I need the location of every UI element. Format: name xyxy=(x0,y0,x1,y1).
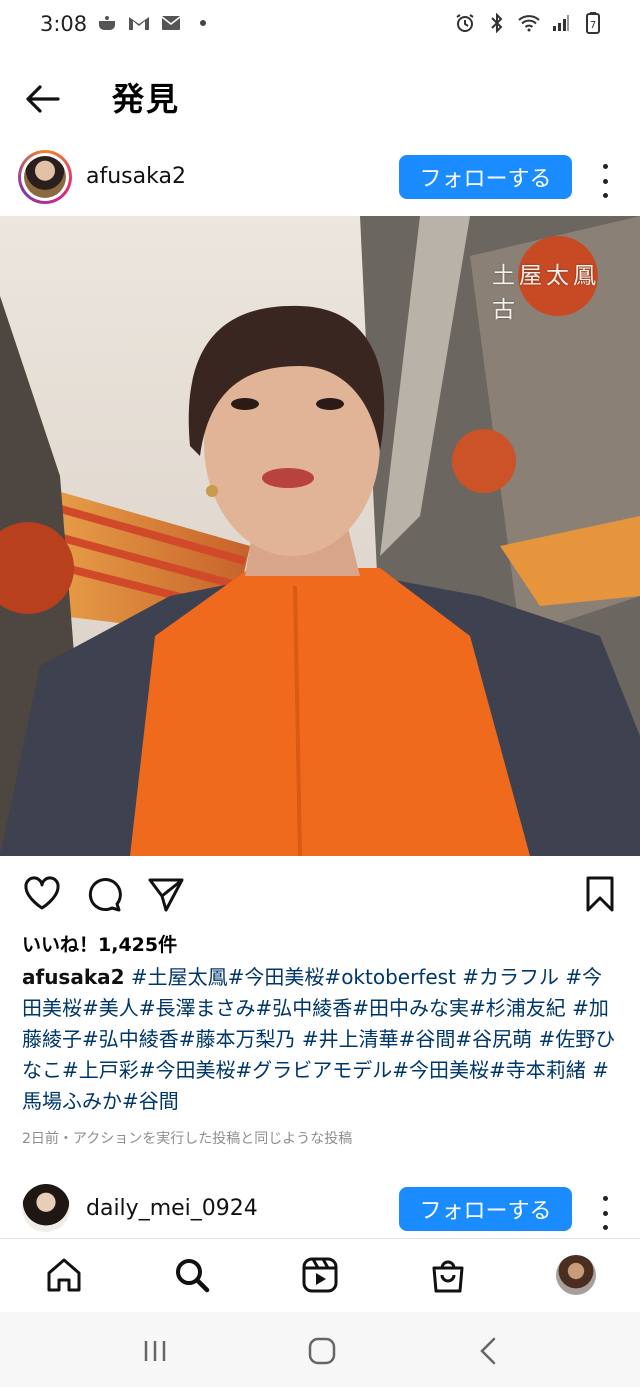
avatar[interactable] xyxy=(22,1184,70,1232)
caption-username[interactable]: afusaka2 xyxy=(22,965,125,989)
likes-count[interactable]: いいね！1,425件 xyxy=(22,930,177,957)
image-overlay-text: 土屋太鳳 古 xyxy=(492,263,627,323)
post-username[interactable]: afusaka2 xyxy=(86,164,186,189)
cooking-pot-icon xyxy=(96,12,118,34)
comment-bubble-icon[interactable] xyxy=(84,874,124,914)
bookmark-icon[interactable] xyxy=(580,874,620,914)
back-arrow-icon[interactable] xyxy=(22,78,64,120)
bottom-nav xyxy=(0,1238,640,1313)
post-caption: afusaka2 #土屋太鳳#今田美桜#oktoberfest #カラフル #今… xyxy=(22,962,622,1117)
status-right-icons: 7 xyxy=(454,12,604,34)
au-mail-icon xyxy=(160,12,182,34)
more-options-icon[interactable] xyxy=(594,162,616,200)
post-meta: 2日前・アクションを実行した投稿と同じような投稿 xyxy=(22,1131,353,1147)
home-icon[interactable] xyxy=(44,1255,84,1295)
next-post-header: daily_mei_0924 フォローする xyxy=(0,1176,640,1238)
recents-icon[interactable] xyxy=(136,1334,176,1368)
status-bar: 3:08 7 xyxy=(0,0,640,52)
gmail-icon xyxy=(128,12,150,34)
battery-level: 7 xyxy=(590,20,596,31)
profile-avatar[interactable] xyxy=(556,1255,596,1295)
post-header: afusaka2 フォローする xyxy=(0,142,640,216)
more-options-icon[interactable] xyxy=(594,1194,616,1232)
search-icon[interactable] xyxy=(172,1255,212,1295)
shop-icon[interactable] xyxy=(428,1255,468,1295)
battery-icon: 7 xyxy=(582,12,604,34)
like-heart-icon[interactable] xyxy=(22,874,62,914)
signal-icon xyxy=(550,12,572,34)
top-bar: 発見 xyxy=(0,52,640,142)
follow-button[interactable]: フォローする xyxy=(399,155,572,199)
avatar[interactable] xyxy=(18,150,72,204)
wifi-icon xyxy=(518,12,540,34)
notification-dot-icon xyxy=(192,12,214,34)
alarm-icon xyxy=(454,12,476,34)
post-actions xyxy=(0,856,640,930)
follow-button[interactable]: フォローする xyxy=(399,1187,572,1231)
home-circle-icon[interactable] xyxy=(302,1334,342,1368)
bluetooth-icon xyxy=(486,12,508,34)
system-back-icon[interactable] xyxy=(468,1334,508,1368)
status-time: 3:08 xyxy=(40,12,88,36)
system-nav-bar xyxy=(0,1312,640,1387)
share-send-icon[interactable] xyxy=(146,874,186,914)
next-post-username[interactable]: daily_mei_0924 xyxy=(86,1196,258,1221)
reels-icon[interactable] xyxy=(300,1255,340,1295)
status-left-icons xyxy=(96,12,214,34)
page-title: 発見 xyxy=(112,80,181,118)
post-image[interactable]: 土屋太鳳 古 xyxy=(0,216,640,856)
